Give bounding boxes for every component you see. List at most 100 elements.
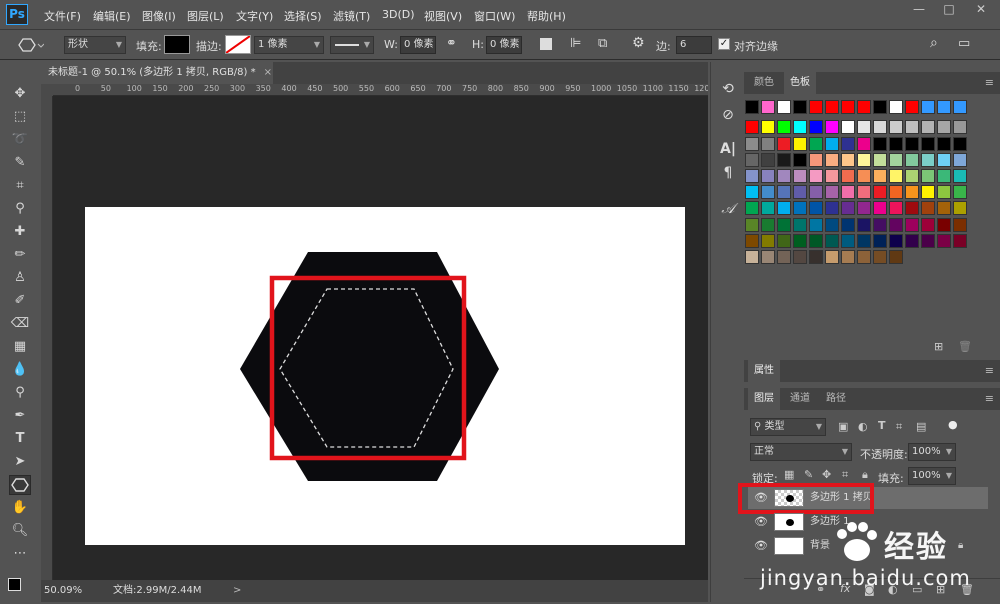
glyphs-panel-icon[interactable]: 𝒜 — [717, 198, 739, 220]
swatch[interactable] — [905, 137, 919, 151]
swatch[interactable] — [889, 250, 903, 264]
swatch[interactable] — [953, 153, 967, 167]
hand-tool-icon[interactable]: ✋ — [9, 498, 31, 518]
swatch[interactable] — [841, 185, 855, 199]
swatch[interactable] — [921, 169, 935, 183]
swatch[interactable] — [761, 153, 775, 167]
swatch[interactable] — [761, 185, 775, 199]
swatch[interactable] — [809, 234, 823, 248]
swatch[interactable] — [761, 137, 775, 151]
swatch[interactable] — [873, 137, 887, 151]
crop-tool-icon[interactable]: ⌗ — [9, 176, 31, 196]
gear-icon[interactable]: ⚙ — [632, 35, 645, 51]
swatch[interactable] — [937, 137, 951, 151]
swatch[interactable] — [873, 185, 887, 199]
paragraph-panel-icon[interactable]: ¶ — [717, 162, 739, 184]
tab-swatches[interactable]: 色板 — [784, 72, 816, 94]
swatch[interactable] — [809, 218, 823, 232]
swatch[interactable] — [761, 250, 775, 264]
history-brush-tool-icon[interactable]: ✐ — [9, 291, 31, 311]
swatch[interactable] — [905, 218, 919, 232]
path-selection-tool-icon[interactable]: ➤ — [9, 452, 31, 472]
tab-paths[interactable]: 路径 — [820, 388, 852, 410]
swatch[interactable] — [745, 169, 759, 183]
swatch[interactable] — [777, 137, 791, 151]
marquee-tool-icon[interactable]: ⬚ — [9, 107, 31, 127]
align-edges-checkbox[interactable]: ✓ — [718, 38, 730, 50]
swatch[interactable] — [825, 100, 839, 114]
filter-type-icon[interactable]: T — [878, 419, 886, 432]
menu-layer[interactable]: 图层(L) — [187, 8, 224, 24]
swatch[interactable] — [905, 120, 919, 134]
history-panel-icon[interactable]: ⟲ — [717, 78, 739, 100]
swatch[interactable] — [937, 100, 951, 114]
swatch[interactable] — [905, 153, 919, 167]
swatch[interactable] — [809, 169, 823, 183]
swatch[interactable] — [809, 153, 823, 167]
swatch[interactable] — [953, 100, 967, 114]
tab-properties[interactable]: 属性 — [748, 360, 780, 382]
swatch[interactable] — [825, 137, 839, 151]
width-input[interactable]: 0 像素 — [400, 36, 436, 54]
swatch[interactable] — [905, 185, 919, 199]
polygon-tool-preset-icon[interactable] — [16, 36, 45, 54]
search-icon[interactable]: ⌕ — [930, 35, 938, 51]
swatch[interactable] — [937, 153, 951, 167]
swatch[interactable] — [777, 201, 791, 215]
swatch[interactable] — [809, 201, 823, 215]
swatch[interactable] — [921, 153, 935, 167]
swatch[interactable] — [889, 185, 903, 199]
menu-edit[interactable]: 编辑(E) — [93, 8, 131, 24]
swatch[interactable] — [793, 234, 807, 248]
swatch[interactable] — [793, 120, 807, 134]
swatch[interactable] — [793, 250, 807, 264]
adjustments-panel-icon[interactable]: ⊘ — [717, 104, 739, 126]
swatch[interactable] — [857, 234, 871, 248]
tab-channels[interactable]: 通道 — [784, 388, 816, 410]
swatch[interactable] — [777, 100, 791, 114]
menu-window[interactable]: 窗口(W) — [474, 8, 515, 24]
polygon-tool-icon[interactable] — [9, 475, 31, 495]
eyedropper-tool-icon[interactable]: ⚲ — [9, 199, 31, 219]
lasso-tool-icon[interactable]: ➰ — [9, 130, 31, 150]
swatch[interactable] — [809, 100, 823, 114]
swatch[interactable] — [953, 201, 967, 215]
swatch[interactable] — [921, 201, 935, 215]
swatch[interactable] — [761, 201, 775, 215]
swatch[interactable] — [857, 137, 871, 151]
swatch[interactable] — [745, 218, 759, 232]
tab-color[interactable]: 颜色 — [748, 72, 780, 94]
swatch[interactable] — [809, 120, 823, 134]
minimize-button[interactable]: — — [904, 0, 934, 18]
lock-transparent-icon[interactable]: ▦ — [784, 468, 794, 481]
swatch[interactable] — [953, 137, 967, 151]
swatch[interactable] — [825, 201, 839, 215]
swatch[interactable] — [793, 218, 807, 232]
path-operations-icon[interactable] — [540, 38, 552, 50]
swatch[interactable] — [793, 185, 807, 199]
swatch[interactable] — [841, 120, 855, 134]
lock-all-icon[interactable]: 🔒︎ — [862, 468, 868, 482]
swatch[interactable] — [841, 201, 855, 215]
blur-tool-icon[interactable]: 💧 — [9, 360, 31, 380]
swatch[interactable] — [825, 250, 839, 264]
swatch[interactable] — [825, 153, 839, 167]
brush-tool-icon[interactable]: ✏ — [9, 245, 31, 265]
swatch[interactable] — [873, 250, 887, 264]
panel-menu-icon[interactable]: ≡ — [985, 364, 994, 377]
swatch[interactable] — [841, 169, 855, 183]
opacity-input[interactable]: 100% ▼ — [908, 443, 956, 461]
fill-color-swatch[interactable] — [164, 35, 190, 54]
swatch[interactable] — [889, 120, 903, 134]
swatch[interactable] — [761, 120, 775, 134]
swatch[interactable] — [761, 234, 775, 248]
filter-shape-icon[interactable]: ⌗ — [896, 420, 902, 434]
swatch[interactable] — [873, 120, 887, 134]
swatch[interactable] — [745, 137, 759, 151]
swatch[interactable] — [777, 234, 791, 248]
pasteboard[interactable] — [53, 97, 708, 580]
swatch[interactable] — [777, 218, 791, 232]
swatch[interactable] — [857, 153, 871, 167]
swatch[interactable] — [937, 218, 951, 232]
swatch[interactable] — [841, 137, 855, 151]
